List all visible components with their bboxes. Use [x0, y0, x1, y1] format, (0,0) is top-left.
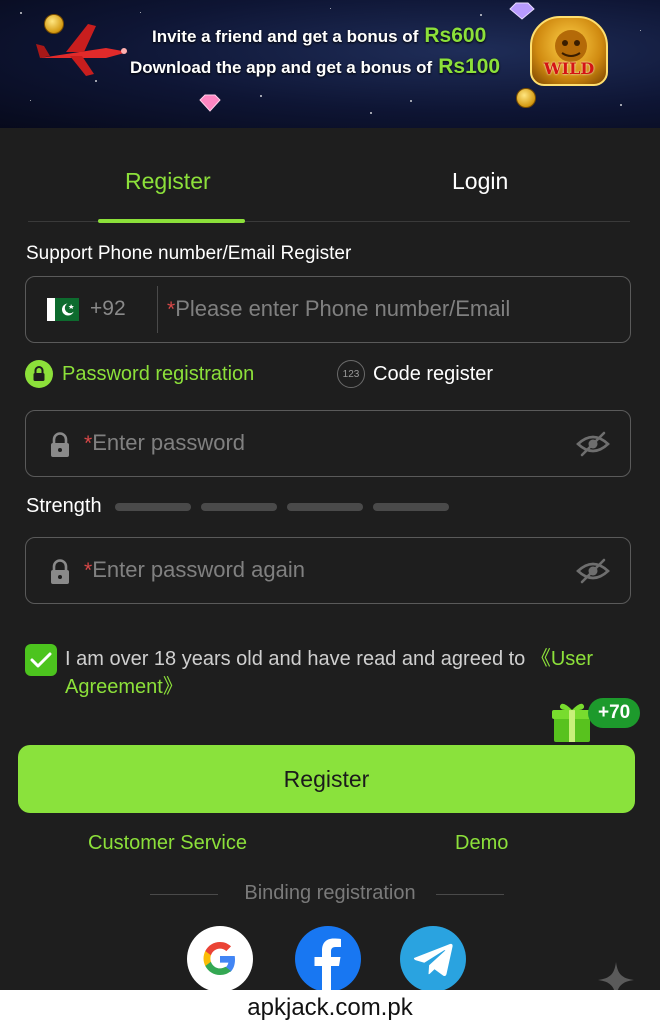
strength-bar	[201, 503, 277, 511]
eye-off-icon[interactable]	[576, 430, 610, 458]
numeric-code-icon: 123	[337, 360, 365, 388]
customer-service-link[interactable]: Customer Service	[88, 832, 247, 855]
lock-icon	[25, 360, 53, 388]
banner-invite-line: Invite a friend and get a bonus of Rs600	[152, 24, 487, 47]
agreement-checkbox[interactable]	[25, 644, 57, 676]
facebook-icon[interactable]	[295, 926, 361, 992]
phone-placeholder: *Please enter Phone number/Email	[167, 296, 511, 321]
wild-label: WILD	[543, 59, 595, 78]
coin-icon	[516, 88, 536, 108]
bonus-badge: +70	[588, 698, 641, 728]
auth-tabs: Register Login	[28, 150, 630, 223]
wild-badge-icon: WILD	[530, 16, 608, 86]
gem-icon	[199, 94, 221, 112]
mode-code-label: Code register	[373, 362, 494, 385]
binding-registration-label: Binding registration	[244, 882, 416, 904]
mode-password-label: Password registration	[62, 362, 255, 385]
invite-bonus-amount: Rs600	[424, 24, 487, 47]
country-code[interactable]: +92	[90, 297, 126, 321]
active-tab-indicator	[98, 219, 245, 223]
lock-icon	[51, 559, 69, 584]
field-divider	[157, 286, 158, 333]
eye-off-icon[interactable]	[576, 557, 610, 585]
mode-password-registration[interactable]: Password registration	[25, 360, 254, 388]
support-label: Support Phone number/Email Register	[26, 243, 352, 264]
strength-label: Strength	[26, 495, 102, 517]
password-placeholder: *Enter password	[84, 430, 246, 455]
promo-banner[interactable]: Invite a friend and get a bonus of Rs600 …	[0, 0, 660, 128]
telegram-icon[interactable]	[400, 926, 466, 992]
coin-icon	[44, 14, 64, 34]
mode-code-register[interactable]: 123 Code register	[337, 360, 493, 388]
download-bonus-amount: Rs100	[438, 55, 501, 78]
confirm-password-placeholder: *Enter password again	[84, 557, 305, 582]
register-button[interactable]: Register	[18, 745, 635, 813]
strength-bar	[115, 503, 191, 511]
strength-bar	[287, 503, 363, 511]
lock-icon	[51, 432, 69, 457]
phone-email-input[interactable]: +92 *Please enter Phone number/Email	[25, 276, 631, 343]
tab-register[interactable]: Register	[125, 168, 211, 195]
check-icon	[30, 652, 52, 668]
google-icon[interactable]	[187, 926, 253, 992]
pakistan-flag-icon[interactable]	[47, 298, 79, 321]
tab-login[interactable]: Login	[452, 168, 508, 195]
banner-download-line: Download the app and get a bonus of Rs100	[130, 55, 501, 78]
registration-mode-selector: Password registration 123 Code register	[25, 360, 631, 392]
demo-link[interactable]: Demo	[455, 832, 508, 855]
strength-bar	[373, 503, 449, 511]
agreement-text: I am over 18 years old and have read and…	[65, 648, 594, 698]
password-input[interactable]: *Enter password	[25, 410, 631, 477]
divider-line	[436, 894, 504, 895]
watermark-footer: apkjack.com.pk	[0, 990, 660, 1024]
confirm-password-input[interactable]: *Enter password again	[25, 537, 631, 604]
gem-icon	[509, 2, 535, 20]
